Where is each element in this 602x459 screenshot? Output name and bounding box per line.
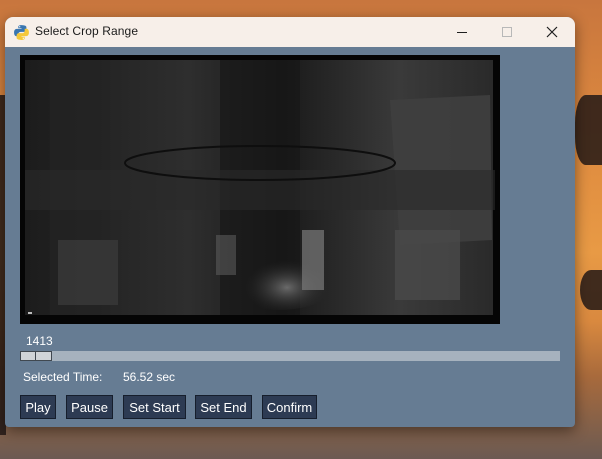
timeline-slider[interactable] <box>20 351 560 361</box>
frame-number-label: 1413 <box>26 334 53 348</box>
selected-time-label: Selected Time: <box>23 370 103 384</box>
confirm-button[interactable]: Confirm <box>262 395 317 419</box>
minimize-button[interactable] <box>439 17 485 47</box>
set-end-button[interactable]: Set End <box>195 395 252 419</box>
wallpaper-tree-right <box>575 95 602 165</box>
close-icon <box>546 26 558 38</box>
python-icon <box>14 25 29 40</box>
timeline-slider-handle[interactable] <box>20 351 52 361</box>
close-button[interactable] <box>529 17 575 47</box>
minimize-icon <box>456 31 467 33</box>
window-title: Select Crop Range <box>35 24 139 38</box>
set-start-button[interactable]: Set Start <box>123 395 186 419</box>
video-frame-image <box>25 60 495 315</box>
video-frame <box>20 55 500 324</box>
wallpaper-tree-right-low <box>580 270 602 310</box>
play-button[interactable]: Play <box>20 395 56 419</box>
selected-time-value: 56.52 sec <box>123 370 176 384</box>
title-bar[interactable]: Select Crop Range <box>5 17 575 47</box>
maximize-button[interactable] <box>484 17 530 47</box>
pause-button[interactable]: Pause <box>66 395 113 419</box>
crop-range-window: Select Crop Range 1413 Selected Time: 56… <box>5 17 575 427</box>
maximize-icon <box>501 26 512 37</box>
